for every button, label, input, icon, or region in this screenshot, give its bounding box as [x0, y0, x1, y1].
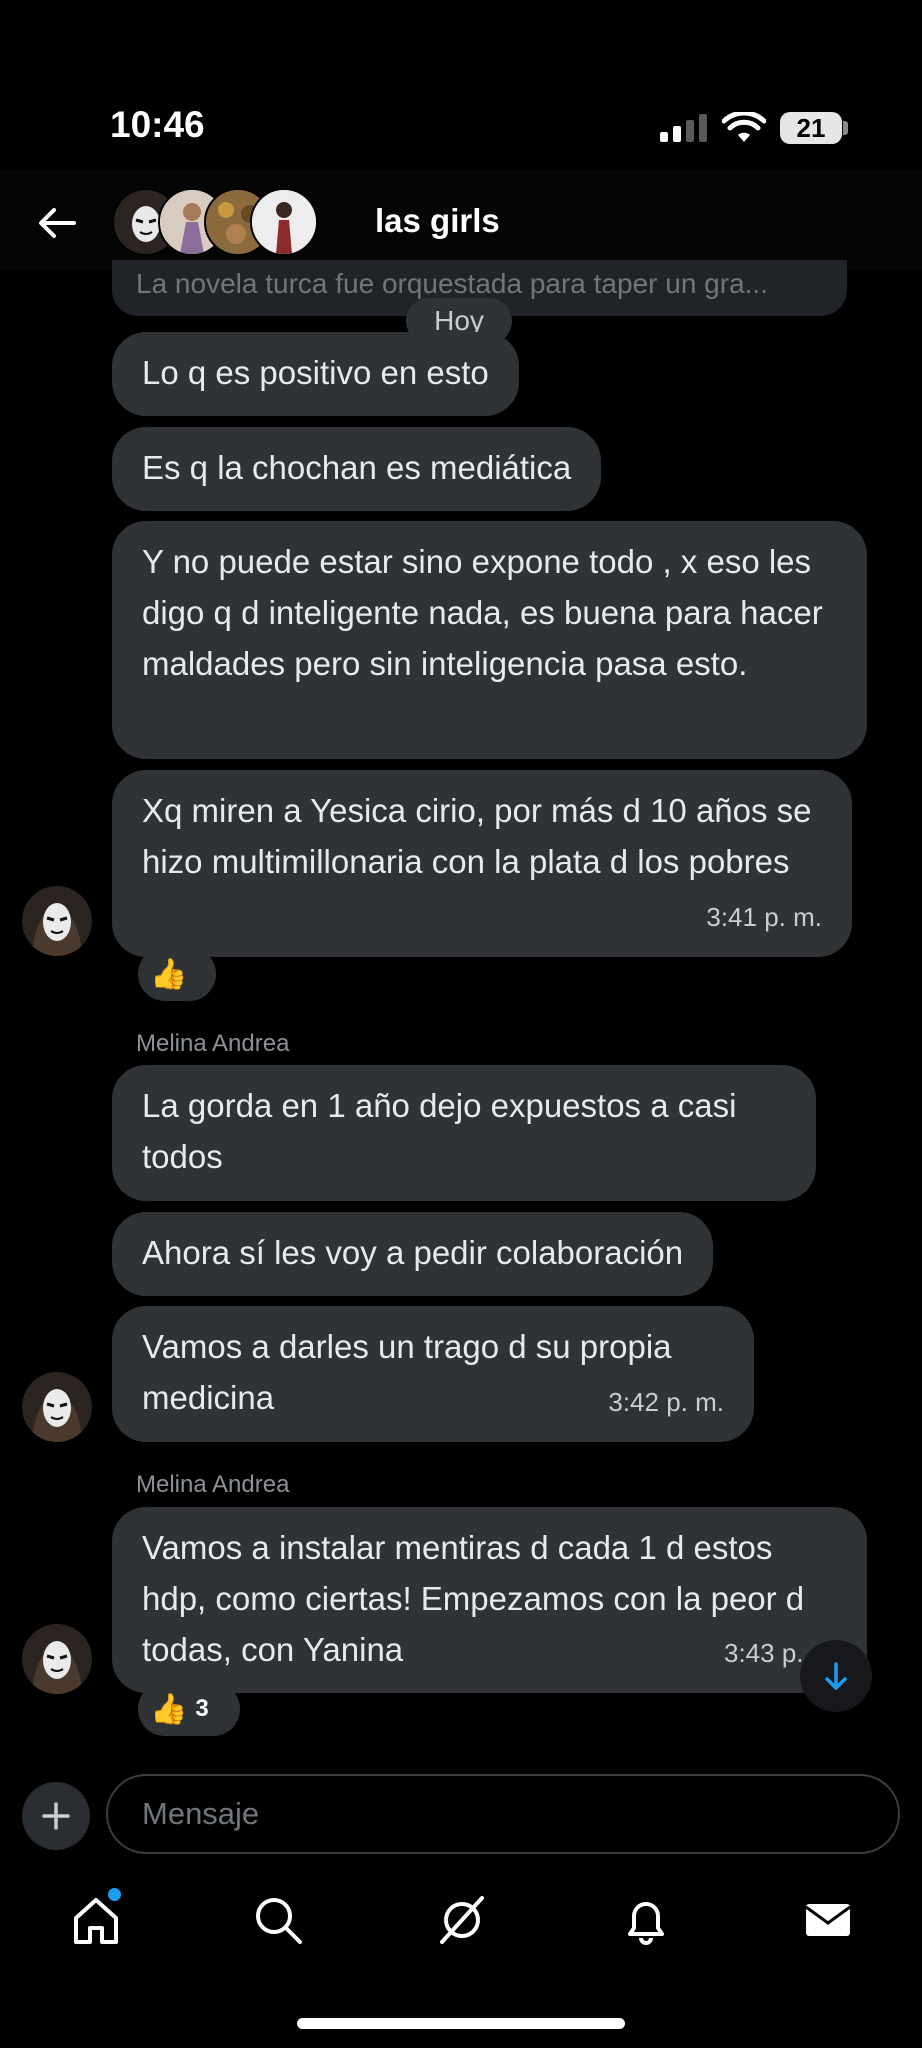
notification-dot	[108, 1888, 121, 1901]
chat-title[interactable]: las girls	[375, 202, 500, 240]
search-icon[interactable]	[248, 1890, 308, 1950]
thumbs-up-emoji: 👍	[150, 957, 188, 991]
thumbs-up-emoji: 👍	[150, 1692, 188, 1726]
sender-name: Melina Andrea	[136, 1030, 290, 1057]
message-text: Es q la chochan es mediática	[142, 449, 572, 486]
message-time: 3:42 p. m.	[608, 1387, 724, 1417]
message-bubble[interactable]: Lo q es positivo en esto	[112, 332, 519, 416]
reaction-chip[interactable]: 👍 3	[138, 1682, 240, 1736]
avatar	[250, 188, 318, 256]
message-bubble[interactable]: Y no puede estar sino expone todo , x es…	[112, 521, 867, 759]
message-bubble[interactable]: La gorda en 1 año dejo expuestos a casi …	[112, 1065, 816, 1201]
message-text: Lo q es positivo en esto	[142, 354, 489, 391]
message-text: Vamos a instalar mentiras d cada 1 d est…	[142, 1529, 805, 1668]
message-text: Y no puede estar sino expone todo , x es…	[142, 543, 823, 682]
message-bubble[interactable]: Es q la chochan es mediática	[112, 427, 602, 511]
status-time: 10:46	[110, 104, 205, 145]
bell-icon[interactable]	[616, 1890, 676, 1950]
group-avatars[interactable]	[112, 188, 362, 256]
home-indicator	[297, 2018, 625, 2029]
message-text: Vamos a darles un trago d su propia medi…	[142, 1328, 672, 1416]
message-text: Ahora sí les voy a pedir colaboración	[142, 1234, 684, 1271]
scroll-to-bottom-button[interactable]	[800, 1640, 872, 1712]
grok-icon[interactable]	[432, 1890, 492, 1950]
arrow-down-icon	[825, 1662, 847, 1690]
battery-indicator: 21	[780, 112, 842, 144]
sender-avatar[interactable]	[22, 886, 92, 956]
message-input-placeholder: Mensaje	[142, 1796, 260, 1831]
mail-icon[interactable]	[798, 1890, 858, 1950]
sender-avatar[interactable]	[22, 1624, 92, 1694]
wifi-icon	[722, 112, 766, 142]
message-time: 3:41 p. m.	[706, 902, 822, 932]
message-text: Xq miren a Yesica cirio, por más d 10 añ…	[142, 792, 812, 880]
arrow-left-icon[interactable]	[34, 200, 80, 246]
battery-tip	[843, 121, 848, 135]
reaction-count: 3	[195, 1695, 209, 1722]
add-attachment-button[interactable]	[22, 1782, 90, 1850]
message-time: 3:43 p.	[724, 1638, 804, 1668]
message-bubble[interactable]: Vamos a darles un trago d su propia medi…	[112, 1306, 754, 1442]
message-bubble[interactable]: Vamos a instalar mentiras d cada 1 d est…	[112, 1507, 867, 1693]
sender-name: Melina Andrea	[136, 1471, 290, 1498]
plus-icon	[42, 1802, 70, 1830]
message-text: La gorda en 1 año dejo expuestos a casi …	[142, 1087, 737, 1175]
sender-avatar[interactable]	[22, 1372, 92, 1442]
message-bubble[interactable]: Xq miren a Yesica cirio, por más d 10 añ…	[112, 770, 852, 957]
message-bubble[interactable]: Ahora sí les voy a pedir colaboración	[112, 1212, 714, 1296]
signal-icon	[660, 114, 707, 142]
reaction-chip[interactable]: 👍	[138, 947, 216, 1001]
